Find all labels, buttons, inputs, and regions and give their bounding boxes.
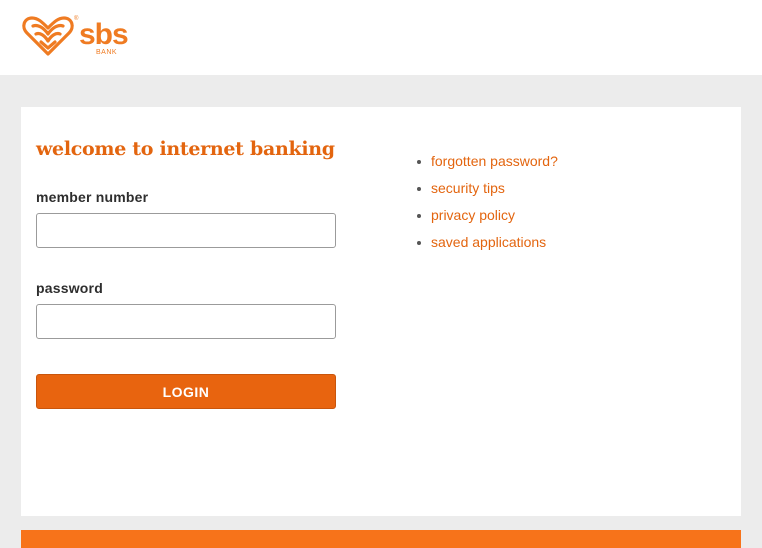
bullet-icon bbox=[417, 241, 421, 245]
bullet-icon bbox=[417, 214, 421, 218]
privacy-policy-link[interactable]: privacy policy bbox=[431, 207, 515, 223]
bullet-icon bbox=[417, 160, 421, 164]
page-title: welcome to internet banking bbox=[36, 138, 335, 160]
member-number-label: member number bbox=[36, 189, 149, 205]
bullet-icon bbox=[417, 187, 421, 191]
security-tips-link[interactable]: security tips bbox=[431, 180, 505, 196]
forgotten-password-link[interactable]: forgotten password? bbox=[431, 153, 558, 169]
footer-bar bbox=[21, 530, 741, 548]
help-links-list: forgotten password? security tips privac… bbox=[417, 153, 558, 261]
member-number-input[interactable] bbox=[36, 213, 336, 248]
list-item: saved applications bbox=[417, 234, 558, 261]
password-label: password bbox=[36, 280, 103, 296]
list-item: forgotten password? bbox=[417, 153, 558, 180]
heart-logo-icon bbox=[22, 16, 74, 56]
brand-subtitle: BANK bbox=[96, 49, 118, 56]
sbs-bank-logo[interactable]: ® sbs BANK bbox=[20, 12, 140, 60]
saved-applications-link[interactable]: saved applications bbox=[431, 234, 546, 250]
top-header: ® sbs BANK bbox=[0, 0, 762, 75]
password-input[interactable] bbox=[36, 304, 336, 339]
registered-mark: ® bbox=[74, 16, 79, 22]
brand-name: sbs bbox=[79, 18, 129, 51]
login-button[interactable]: LOGIN bbox=[36, 374, 336, 409]
login-panel: welcome to internet banking member numbe… bbox=[21, 107, 741, 516]
list-item: privacy policy bbox=[417, 207, 558, 234]
list-item: security tips bbox=[417, 180, 558, 207]
